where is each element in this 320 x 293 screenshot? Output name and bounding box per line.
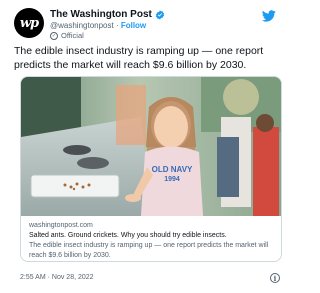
official-label-text: Official <box>61 31 84 40</box>
name-row: The Washington Post <box>50 9 165 20</box>
info-icon[interactable]: i <box>270 273 280 283</box>
tweet-header: wp The Washington Post @washingtonpost ·… <box>14 8 276 40</box>
card-image[interactable]: OLD NAVY 1994 <box>21 77 281 216</box>
link-card[interactable]: OLD NAVY 1994 washingtonpost.com Salted … <box>20 76 282 262</box>
avatar[interactable]: wp <box>14 8 44 38</box>
card-photo: OLD NAVY 1994 <box>21 77 281 216</box>
card-meta: washingtonpost.com Salted ants. Ground c… <box>29 221 277 261</box>
tweet-text: The edible insect industry is ramping up… <box>14 45 264 71</box>
tweet-embed: wp The Washington Post @washingtonpost ·… <box>0 0 290 293</box>
twitter-bird-icon[interactable] <box>262 10 276 22</box>
official-label: ✓ Official <box>50 31 84 40</box>
card-domain: washingtonpost.com <box>29 222 93 229</box>
shirt-text-1: OLD NAVY <box>152 165 193 174</box>
verified-badge-icon <box>155 9 165 20</box>
official-label-icon: ✓ <box>50 31 58 40</box>
account-handle[interactable]: @washingtonpost <box>50 21 114 30</box>
handle-row: @washingtonpost · Follow <box>50 21 146 30</box>
tweet-timestamp[interactable]: 2:55 AM · Nov 28, 2022 <box>20 274 94 281</box>
follow-link[interactable]: Follow <box>121 21 146 30</box>
card-description: The edible insect industry is ramping up… <box>29 242 269 259</box>
handle-separator: · <box>113 21 121 30</box>
card-title[interactable]: Salted ants. Ground crickets. Why you sh… <box>29 231 277 241</box>
shirt-text-2: 1994 <box>164 176 180 183</box>
account-name[interactable]: The Washington Post <box>50 9 152 20</box>
